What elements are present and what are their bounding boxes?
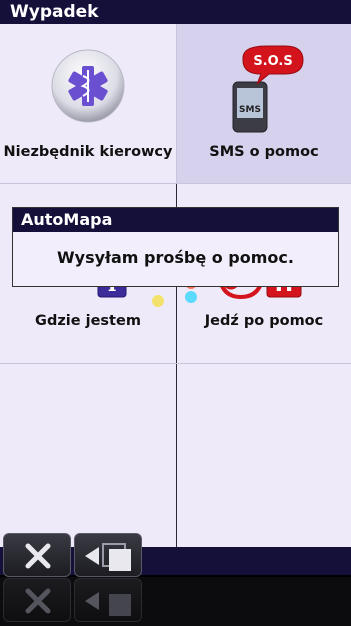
menu-item-sms-help[interactable]: SMS S.O.S SMS o pomoc bbox=[177, 24, 351, 183]
medical-star-icon bbox=[51, 49, 125, 123]
back-icon bbox=[85, 592, 131, 616]
menu-grid: Niezbędnik kierowcy SMS S.O.S SMS o pomo… bbox=[0, 24, 351, 547]
menu-item-driver-essentials[interactable]: Niezbędnik kierowcy bbox=[0, 24, 176, 183]
menu-item-label: Jedź po pomoc bbox=[204, 313, 324, 329]
grid-divider-horizontal bbox=[0, 183, 351, 184]
close-icon bbox=[25, 588, 51, 614]
sos-text: S.O.S bbox=[253, 54, 292, 69]
close-button[interactable] bbox=[3, 533, 71, 577]
back-button[interactable] bbox=[74, 533, 142, 577]
menu-item-label: Gdzie jestem bbox=[35, 313, 141, 329]
window-title: Wypadek bbox=[0, 0, 351, 24]
grid-divider-horizontal bbox=[0, 363, 351, 364]
menu-item-label: SMS o pomoc bbox=[209, 144, 319, 160]
close-icon bbox=[25, 543, 51, 569]
back-button-reflection bbox=[74, 578, 142, 622]
close-button-reflection bbox=[3, 578, 71, 622]
sms-sos-icon: SMS S.O.S bbox=[232, 45, 304, 133]
dialog-title: AutoMapa bbox=[13, 208, 338, 232]
back-icon bbox=[85, 543, 131, 571]
grid-divider-vertical bbox=[176, 24, 177, 183]
menu-item-label: Niezbędnik kierowcy bbox=[3, 144, 173, 160]
dialog-message: Wysyłam prośbę o pomoc. bbox=[57, 248, 294, 267]
sms-text: SMS bbox=[239, 105, 261, 115]
info-dialog: AutoMapa Wysyłam prośbę o pomoc. bbox=[12, 207, 339, 287]
